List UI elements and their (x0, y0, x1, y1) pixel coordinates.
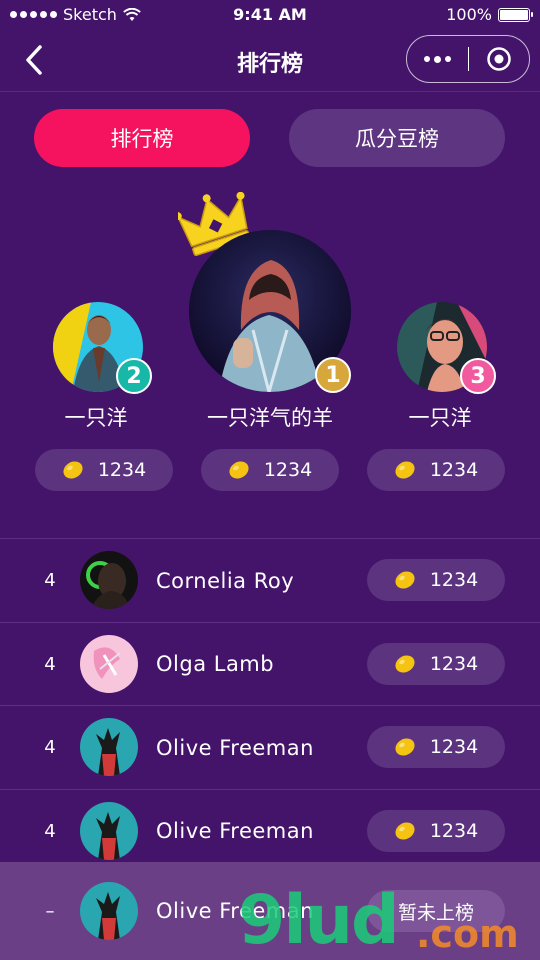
battery-icon (498, 7, 533, 22)
list-item[interactable]: 4 Olga Lamb 1234 (0, 623, 540, 706)
first-place-name: 一只洋气的羊 (207, 406, 333, 430)
podium: 1 2 3 一只洋 一只洋气的羊 一只洋 1234 1234 1234 (0, 190, 540, 510)
my-avatar[interactable] (80, 882, 138, 940)
row-name: Olive Freeman (156, 735, 314, 760)
row-rank: 4 (44, 653, 56, 675)
row-name: Olive Freeman (156, 819, 314, 843)
my-rank: – (45, 900, 55, 922)
avatar[interactable] (80, 634, 138, 693)
my-status-pill: 暂未上榜 (367, 890, 505, 932)
bean-icon (395, 654, 415, 673)
first-place-score: 1234 (263, 459, 313, 481)
avatar[interactable] (80, 718, 138, 776)
row-rank: 4 (44, 737, 56, 758)
second-place-score: 1234 (97, 459, 147, 481)
second-place-score-pill: 1234 (35, 449, 173, 491)
tab-leaderboard[interactable]: 排行榜 (34, 109, 250, 167)
target-close-icon (487, 47, 511, 71)
tab-bar: 排行榜 瓜分豆榜 (0, 109, 540, 167)
row-name: Cornelia Roy (156, 568, 295, 593)
list-item[interactable]: 4 Cornelia Roy 1234 (0, 539, 540, 623)
bean-icon (395, 821, 415, 840)
rank-badge-second: 2 (116, 358, 152, 394)
my-status: 暂未上榜 (397, 901, 474, 924)
bean-icon (63, 461, 83, 479)
row-score-pill: 1234 (367, 809, 505, 852)
mini-program-capsule (406, 35, 530, 83)
row-score: 1234 (429, 736, 479, 758)
row-score: 1234 (429, 819, 479, 842)
nav-bar: 排行榜 (0, 30, 540, 92)
list-item[interactable]: 4 Olive Freeman 1234 (0, 706, 540, 790)
status-bar: Sketch 9:41 AM 100% (0, 0, 540, 30)
row-score-pill: 1234 (367, 559, 505, 601)
my-rank-row[interactable]: – Olive Freeman 暂未上榜 (0, 862, 540, 960)
rank-badge-first: 1 (315, 357, 351, 393)
battery-label: 100% (446, 5, 492, 24)
row-score-pill: 1234 (367, 726, 505, 768)
row-rank: 4 (44, 570, 56, 591)
row-score-pill: 1234 (367, 642, 505, 685)
bean-icon (229, 461, 249, 479)
bean-icon (395, 571, 415, 589)
row-score: 1234 (429, 569, 479, 591)
row-name: Olga Lamb (156, 652, 275, 676)
third-place-score: 1234 (429, 459, 479, 481)
third-place-name: 一只洋 (408, 406, 472, 430)
rank-badge-third: 3 (460, 358, 496, 394)
ranking-list: 4 Cornelia Roy 1234 4 Olga Lamb 1234 4 O… (0, 539, 540, 873)
list-item[interactable]: 4 Olive Freeman 1234 (0, 790, 540, 873)
bean-icon (395, 738, 415, 756)
bean-icon (395, 461, 415, 479)
avatar[interactable] (80, 551, 138, 609)
more-button[interactable] (407, 55, 468, 63)
status-right: 100% (446, 5, 533, 24)
tab-bean-split[interactable]: 瓜分豆榜 (289, 109, 505, 167)
row-rank: 4 (44, 820, 56, 842)
first-place-score-pill: 1234 (201, 449, 339, 491)
row-score: 1234 (429, 652, 479, 675)
avatar[interactable] (80, 801, 138, 860)
second-place-name: 一只洋 (64, 406, 128, 430)
third-place-score-pill: 1234 (367, 449, 505, 491)
my-name: Olive Freeman (156, 899, 314, 923)
close-button[interactable] (469, 46, 529, 72)
